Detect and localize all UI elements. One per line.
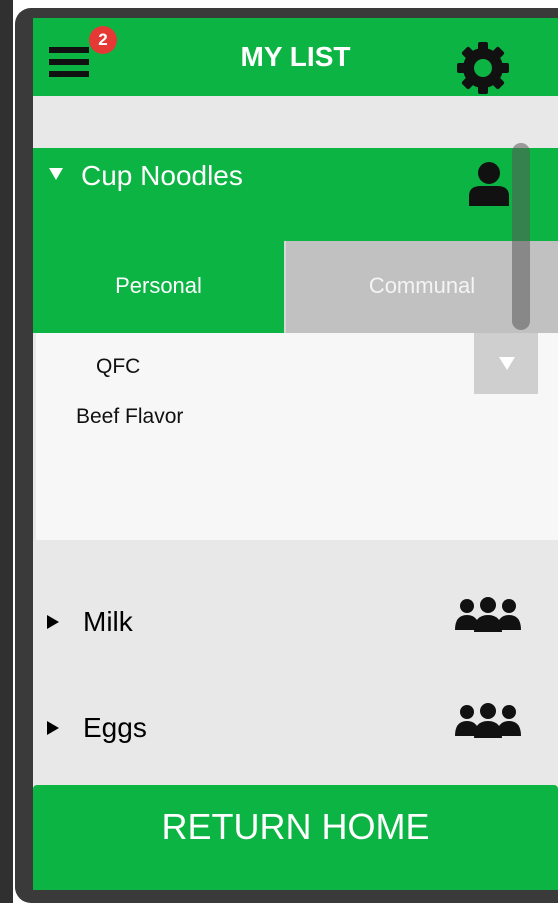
- triangle-right-icon: [47, 721, 59, 735]
- background-edge: [0, 0, 13, 903]
- item-note[interactable]: Beef Flavor: [76, 405, 183, 429]
- list-item-cup-noodles[interactable]: Cup Noodles: [33, 148, 558, 241]
- tab-personal[interactable]: Personal: [33, 241, 284, 333]
- chevron-down-icon: [499, 357, 515, 370]
- app-screen: 2 MY LIST Cup Noodles Personal Communal …: [33, 18, 558, 890]
- store-value: QFC: [96, 355, 141, 378]
- item-title: Cup Noodles: [81, 160, 243, 191]
- item-details: QFC Beef Flavor: [36, 333, 558, 540]
- list-item-eggs[interactable]: Eggs: [33, 699, 558, 769]
- group-icon: [455, 703, 521, 738]
- group-icon: [455, 597, 521, 632]
- top-bar: 2 MY LIST: [33, 18, 558, 96]
- gear-icon: [457, 42, 509, 94]
- item-label: Milk: [83, 606, 133, 637]
- share-tabs: Personal Communal: [33, 241, 558, 333]
- store-dropdown[interactable]: [474, 333, 538, 394]
- person-icon: [469, 162, 509, 206]
- triangle-right-icon: [47, 615, 59, 629]
- settings-button[interactable]: [451, 36, 515, 100]
- scrollbar[interactable]: [512, 143, 530, 330]
- list-item-milk[interactable]: Milk: [33, 593, 558, 663]
- return-home-button[interactable]: RETURN HOME: [33, 785, 558, 890]
- item-label: Eggs: [83, 712, 147, 743]
- chevron-down-icon: [49, 168, 63, 180]
